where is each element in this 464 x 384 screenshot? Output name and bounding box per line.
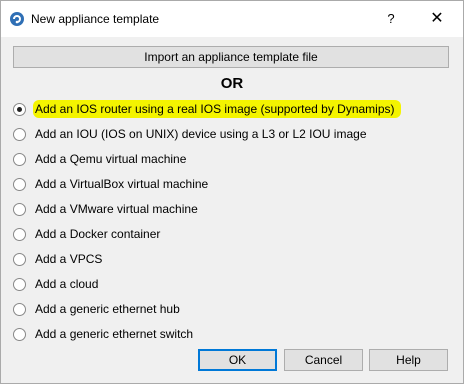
option-label[interactable]: Add an IOU (IOS on UNIX) device using a …	[33, 126, 369, 142]
or-label: OR	[220, 75, 244, 92]
cancel-button[interactable]: Cancel	[284, 349, 363, 371]
radio-button[interactable]	[13, 277, 26, 291]
ok-button[interactable]: OK	[198, 349, 277, 371]
option-row[interactable]: Add a generic ethernet hub	[13, 299, 182, 319]
option-row[interactable]: Add an IOU (IOS on UNIX) device using a …	[13, 124, 369, 144]
option-row[interactable]: Add a cloud	[13, 274, 100, 294]
radio-button[interactable]	[13, 302, 26, 316]
option-row[interactable]: Add a VirtualBox virtual machine	[13, 174, 210, 194]
option-label[interactable]: Add a VirtualBox virtual machine	[33, 176, 210, 192]
radio-button[interactable]	[13, 202, 26, 216]
option-row[interactable]: Add a Qemu virtual machine	[13, 149, 188, 169]
radio-button[interactable]	[13, 252, 26, 266]
option-label[interactable]: Add a VPCS	[33, 251, 104, 267]
option-row[interactable]: Add a generic ethernet switch	[13, 324, 195, 344]
radio-button[interactable]	[13, 127, 26, 141]
help-button[interactable]: Help	[369, 349, 448, 371]
option-label[interactable]: Add a cloud	[33, 276, 100, 292]
app-icon	[10, 12, 24, 26]
window-title: New appliance template	[31, 12, 160, 26]
option-label[interactable]: Add a VMware virtual machine	[33, 201, 200, 217]
dialog-window: New appliance template ? ✕ Import an app…	[0, 0, 464, 384]
import-template-button[interactable]: Import an appliance template file	[13, 46, 449, 68]
option-row[interactable]: Add a VPCS	[13, 249, 104, 269]
option-label[interactable]: Add an IOS router using a real IOS image…	[33, 100, 401, 118]
title-help-button[interactable]: ?	[381, 9, 401, 29]
option-label[interactable]: Add a Qemu virtual machine	[33, 151, 188, 167]
close-button[interactable]: ✕	[425, 9, 449, 29]
title-bar: New appliance template ? ✕	[1, 1, 463, 37]
option-label[interactable]: Add a Docker container	[33, 226, 162, 242]
option-row[interactable]: Add an IOS router using a real IOS image…	[13, 99, 401, 119]
radio-button[interactable]	[13, 177, 26, 191]
option-row[interactable]: Add a Docker container	[13, 224, 162, 244]
radio-button[interactable]	[13, 152, 26, 166]
option-label[interactable]: Add a generic ethernet switch	[33, 326, 195, 342]
option-row[interactable]: Add a VMware virtual machine	[13, 199, 200, 219]
option-label[interactable]: Add a generic ethernet hub	[33, 301, 182, 317]
radio-button[interactable]	[13, 102, 26, 116]
radio-button[interactable]	[13, 327, 26, 341]
radio-button[interactable]	[13, 227, 26, 241]
